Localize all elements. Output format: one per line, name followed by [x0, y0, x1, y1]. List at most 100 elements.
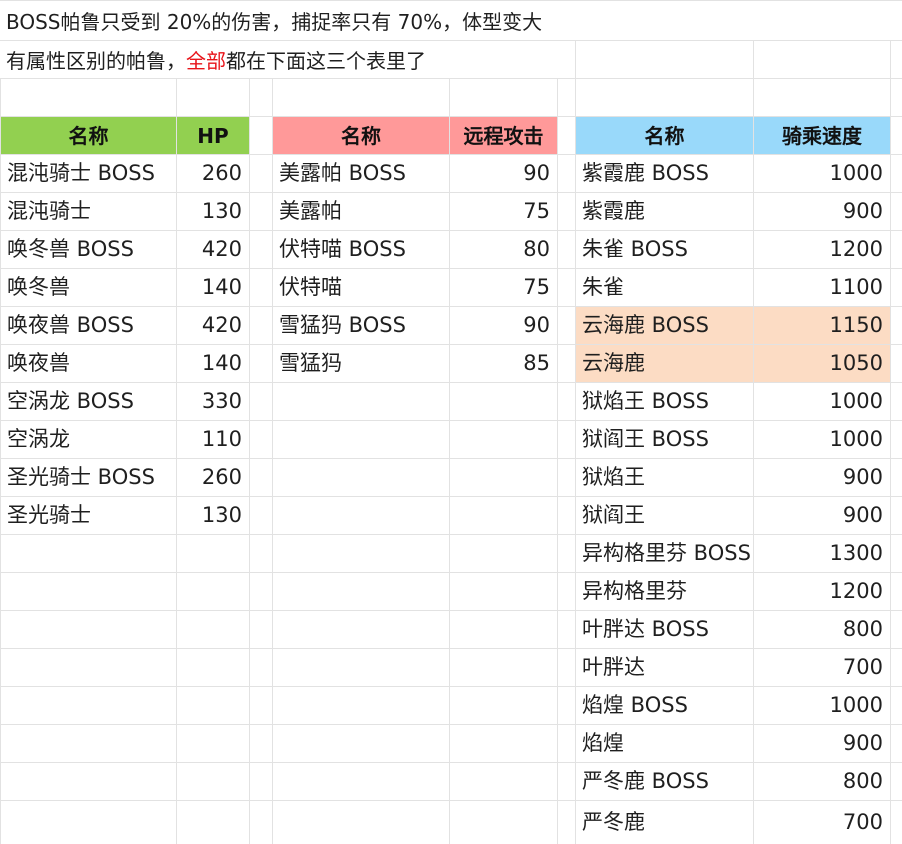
hp-row-8-name-text: 空涡龙	[7, 427, 70, 451]
speed-row-18-name-text: 严冬鹿	[582, 810, 645, 834]
speed-row-12-value[interactable]: 1200	[754, 573, 890, 610]
speed-row-17-value-text: 800	[842, 769, 883, 793]
speed-row-9-value[interactable]: 900	[754, 459, 890, 496]
ranged-row-1-value[interactable]: 90	[450, 155, 557, 192]
speed-row-6-value[interactable]: 1050	[754, 345, 890, 382]
speed-row-15-value-text: 1000	[829, 693, 883, 717]
speed-row-2-value[interactable]: 900	[754, 193, 890, 230]
hp-row-10-value[interactable]: 130	[177, 497, 249, 534]
speed-row-9-name-text: 狱焰王	[582, 465, 645, 489]
speed-row-12-name[interactable]: 异构格里芬	[576, 573, 753, 610]
hp-row-7-value[interactable]: 330	[177, 383, 249, 420]
hp-row-2-name-text: 混沌骑士	[7, 199, 91, 223]
hp-row-1-name[interactable]: 混沌骑士 BOSS	[1, 155, 176, 192]
hp-row-4-name[interactable]: 唤冬兽	[1, 269, 176, 306]
speed-row-16-value[interactable]: 900	[754, 725, 890, 762]
hp-row-2-name[interactable]: 混沌骑士	[1, 193, 176, 230]
speed-row-13-value[interactable]: 800	[754, 611, 890, 648]
speed-row-11-value[interactable]: 1300	[754, 535, 890, 572]
speed-row-3-name[interactable]: 朱雀 BOSS	[576, 231, 753, 268]
speed-row-10-value[interactable]: 900	[754, 497, 890, 534]
ranged-row-6-name[interactable]: 雪猛犸	[273, 345, 449, 382]
hp-row-5-name-text: 唤夜兽 BOSS	[7, 313, 134, 337]
speed-row-11-name[interactable]: 异构格里芬 BOSS	[576, 535, 753, 572]
speed-row-10-name-text: 狱阎王	[582, 503, 645, 527]
ranged-row-2-value[interactable]: 75	[450, 193, 557, 230]
speed-row-14-value[interactable]: 700	[754, 649, 890, 686]
speed-row-16-value-text: 900	[842, 731, 883, 755]
ranged-row-2-name-text: 美露帕	[279, 199, 342, 223]
ranged-row-6-value[interactable]: 85	[450, 345, 557, 382]
hp-row-6-value[interactable]: 140	[177, 345, 249, 382]
ranged-row-4-name[interactable]: 伏特喵	[273, 269, 449, 306]
hp-row-8-name[interactable]: 空涡龙	[1, 421, 176, 458]
hp-row-2-value-text: 130	[201, 199, 242, 223]
speed-row-14-value-text: 700	[842, 655, 883, 679]
hp-row-10-name[interactable]: 圣光骑士	[1, 497, 176, 534]
speed-row-2-name[interactable]: 紫霞鹿	[576, 193, 753, 230]
speed-row-4-value-text: 1100	[829, 275, 883, 299]
speed-row-7-value[interactable]: 1000	[754, 383, 890, 420]
hp-row-6-name[interactable]: 唤夜兽	[1, 345, 176, 382]
ranged-row-3-name[interactable]: 伏特喵 BOSS	[273, 231, 449, 268]
hp-row-6-value-text: 140	[201, 351, 242, 375]
speed-row-9-name[interactable]: 狱焰王	[576, 459, 753, 496]
ranged-row-4-value[interactable]: 75	[450, 269, 557, 306]
hp-row-8-value-text: 110	[201, 427, 242, 451]
hp-row-5-value[interactable]: 420	[177, 307, 249, 344]
speed-row-17-value[interactable]: 800	[754, 763, 890, 800]
speed-row-15-name-text: 焰煌 BOSS	[582, 693, 688, 717]
hp-header-name-text: 名称	[68, 123, 109, 148]
hp-row-2-value[interactable]: 130	[177, 193, 249, 230]
speed-row-1-name[interactable]: 紫霞鹿 BOSS	[576, 155, 753, 192]
ranged-row-2-name[interactable]: 美露帕	[273, 193, 449, 230]
speed-row-3-value[interactable]: 1200	[754, 231, 890, 268]
hp-row-1-value[interactable]: 260	[177, 155, 249, 192]
speed-row-1-value[interactable]: 1000	[754, 155, 890, 192]
ranged-row-5-name[interactable]: 雪猛犸 BOSS	[273, 307, 449, 344]
speed-header-name-text: 名称	[644, 123, 685, 148]
hp-row-9-value[interactable]: 260	[177, 459, 249, 496]
ranged-row-3-value[interactable]: 80	[450, 231, 557, 268]
speed-row-10-value-text: 900	[842, 503, 883, 527]
speed-row-15-name[interactable]: 焰煌 BOSS	[576, 687, 753, 724]
ranged-row-3-value-text: 80	[523, 237, 550, 261]
speed-row-14-name[interactable]: 叶胖达	[576, 649, 753, 686]
speed-row-8-name[interactable]: 狱阎王 BOSS	[576, 421, 753, 458]
speed-row-17-name[interactable]: 严冬鹿 BOSS	[576, 763, 753, 800]
speed-row-16-name[interactable]: 焰煌	[576, 725, 753, 762]
speed-row-4-value[interactable]: 1100	[754, 269, 890, 306]
speed-row-6-name[interactable]: 云海鹿	[576, 345, 753, 382]
speed-header-value[interactable]: 骑乘速度	[754, 117, 890, 154]
speed-row-7-name-text: 狱焰王 BOSS	[582, 389, 709, 413]
hp-row-4-value[interactable]: 140	[177, 269, 249, 306]
speed-row-8-value[interactable]: 1000	[754, 421, 890, 458]
speed-row-17-name-text: 严冬鹿 BOSS	[582, 769, 709, 793]
hp-row-8-value[interactable]: 110	[177, 421, 249, 458]
hp-row-9-name[interactable]: 圣光骑士 BOSS	[1, 459, 176, 496]
speed-row-4-name[interactable]: 朱雀	[576, 269, 753, 306]
ranged-header-value[interactable]: 远程攻击	[450, 117, 557, 154]
speed-row-6-value-text: 1050	[829, 351, 883, 375]
speed-row-5-value[interactable]: 1150	[754, 307, 890, 344]
ranged-row-1-name[interactable]: 美露帕 BOSS	[273, 155, 449, 192]
ranged-row-5-value[interactable]: 90	[450, 307, 557, 344]
ranged-row-6-name-text: 雪猛犸	[279, 351, 342, 375]
hp-header-name[interactable]: 名称	[1, 117, 176, 154]
hp-row-3-value[interactable]: 420	[177, 231, 249, 268]
hp-row-7-name[interactable]: 空涡龙 BOSS	[1, 383, 176, 420]
speed-row-13-name[interactable]: 叶胖达 BOSS	[576, 611, 753, 648]
speed-row-7-name[interactable]: 狱焰王 BOSS	[576, 383, 753, 420]
speed-row-10-name[interactable]: 狱阎王	[576, 497, 753, 534]
speed-row-15-value[interactable]: 1000	[754, 687, 890, 724]
speed-row-12-value-text: 1200	[829, 579, 883, 603]
speed-header-value-text: 骑乘速度	[782, 123, 862, 148]
speed-row-5-name[interactable]: 云海鹿 BOSS	[576, 307, 753, 344]
speed-row-18-name[interactable]: 严冬鹿	[576, 801, 753, 844]
hp-row-3-name[interactable]: 唤冬兽 BOSS	[1, 231, 176, 268]
speed-header-name[interactable]: 名称	[576, 117, 753, 154]
hp-row-5-name[interactable]: 唤夜兽 BOSS	[1, 307, 176, 344]
ranged-header-name[interactable]: 名称	[273, 117, 449, 154]
speed-row-18-value[interactable]: 700	[754, 801, 890, 844]
hp-header-value[interactable]: HP	[177, 117, 249, 154]
